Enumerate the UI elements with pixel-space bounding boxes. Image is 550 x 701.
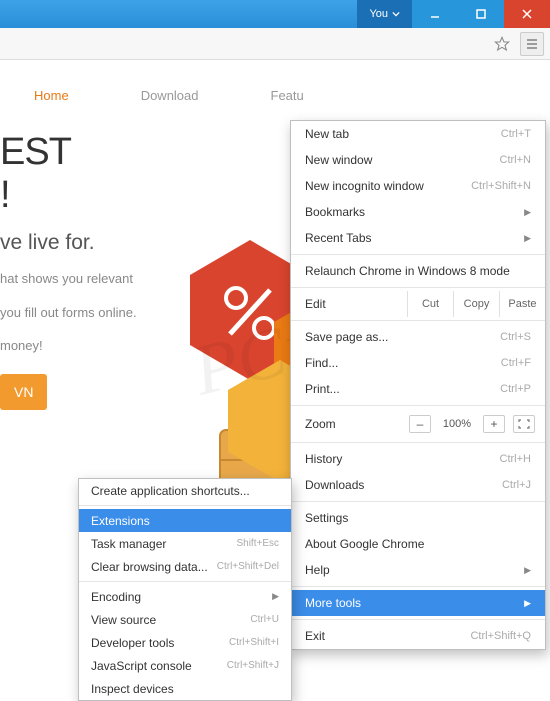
menu-save-page[interactable]: Save page as...Ctrl+S — [291, 324, 545, 350]
submenu-dev-tools[interactable]: Developer toolsCtrl+Shift+I — [79, 631, 291, 654]
menu-help[interactable]: Help▶ — [291, 557, 545, 583]
bookmark-star-icon[interactable] — [490, 32, 514, 56]
close-button[interactable] — [504, 0, 550, 28]
submenu-extensions[interactable]: Extensions — [79, 509, 291, 532]
submenu-encoding[interactable]: Encoding▶ — [79, 585, 291, 608]
submenu-clear-data[interactable]: Clear browsing data...Ctrl+Shift+Del — [79, 555, 291, 578]
submenu-js-console[interactable]: JavaScript consoleCtrl+Shift+J — [79, 654, 291, 677]
menu-copy[interactable]: Copy — [453, 291, 499, 317]
chrome-menu: New tabCtrl+T New windowCtrl+N New incog… — [290, 120, 546, 650]
nav-download[interactable]: Download — [141, 88, 199, 103]
menu-exit[interactable]: ExitCtrl+Shift+Q — [291, 623, 545, 649]
menu-edit-label: Edit — [291, 291, 407, 317]
menu-cut[interactable]: Cut — [407, 291, 453, 317]
menu-print[interactable]: Print...Ctrl+P — [291, 376, 545, 402]
user-badge[interactable]: You — [357, 0, 412, 28]
more-tools-submenu: Create application shortcuts... Extensio… — [78, 478, 292, 701]
chevron-down-icon — [392, 10, 400, 18]
menu-new-window[interactable]: New windowCtrl+N — [291, 147, 545, 173]
menu-find[interactable]: Find...Ctrl+F — [291, 350, 545, 376]
menu-relaunch[interactable]: Relaunch Chrome in Windows 8 mode — [291, 258, 545, 284]
zoom-out-button[interactable]: – — [409, 415, 431, 433]
download-button[interactable]: VN — [0, 374, 47, 410]
menu-downloads[interactable]: DownloadsCtrl+J — [291, 472, 545, 498]
nav-features[interactable]: Featu — [271, 88, 304, 103]
menu-button[interactable] — [520, 32, 544, 56]
window-titlebar: You — [0, 0, 550, 28]
submenu-create-shortcuts[interactable]: Create application shortcuts... — [79, 479, 291, 502]
menu-edit-row: Edit Cut Copy Paste — [291, 291, 545, 317]
fullscreen-icon — [518, 419, 530, 429]
nav-home[interactable]: Home — [34, 88, 69, 103]
submenu-view-source[interactable]: View sourceCtrl+U — [79, 608, 291, 631]
maximize-button[interactable] — [458, 0, 504, 28]
submenu-task-manager[interactable]: Task managerShift+Esc — [79, 532, 291, 555]
menu-more-tools[interactable]: More tools▶ — [291, 590, 545, 616]
fullscreen-button[interactable] — [513, 415, 535, 433]
page-content: Home Download Featu EST ! ve live for. h… — [0, 60, 550, 617]
zoom-value: 100% — [439, 418, 475, 430]
menu-new-tab[interactable]: New tabCtrl+T — [291, 121, 545, 147]
browser-toolbar — [0, 28, 550, 60]
menu-recent-tabs[interactable]: Recent Tabs▶ — [291, 225, 545, 251]
menu-zoom-row: Zoom – 100% + — [291, 409, 545, 439]
user-label: You — [369, 8, 388, 20]
menu-incognito[interactable]: New incognito windowCtrl+Shift+N — [291, 173, 545, 199]
zoom-in-button[interactable]: + — [483, 415, 505, 433]
menu-zoom-label: Zoom — [305, 417, 401, 431]
submenu-inspect-devices[interactable]: Inspect devices — [79, 677, 291, 700]
menu-paste[interactable]: Paste — [499, 291, 545, 317]
minimize-button[interactable] — [412, 0, 458, 28]
menu-bookmarks[interactable]: Bookmarks▶ — [291, 199, 545, 225]
menu-settings[interactable]: Settings — [291, 505, 545, 531]
menu-history[interactable]: HistoryCtrl+H — [291, 446, 545, 472]
menu-about[interactable]: About Google Chrome — [291, 531, 545, 557]
